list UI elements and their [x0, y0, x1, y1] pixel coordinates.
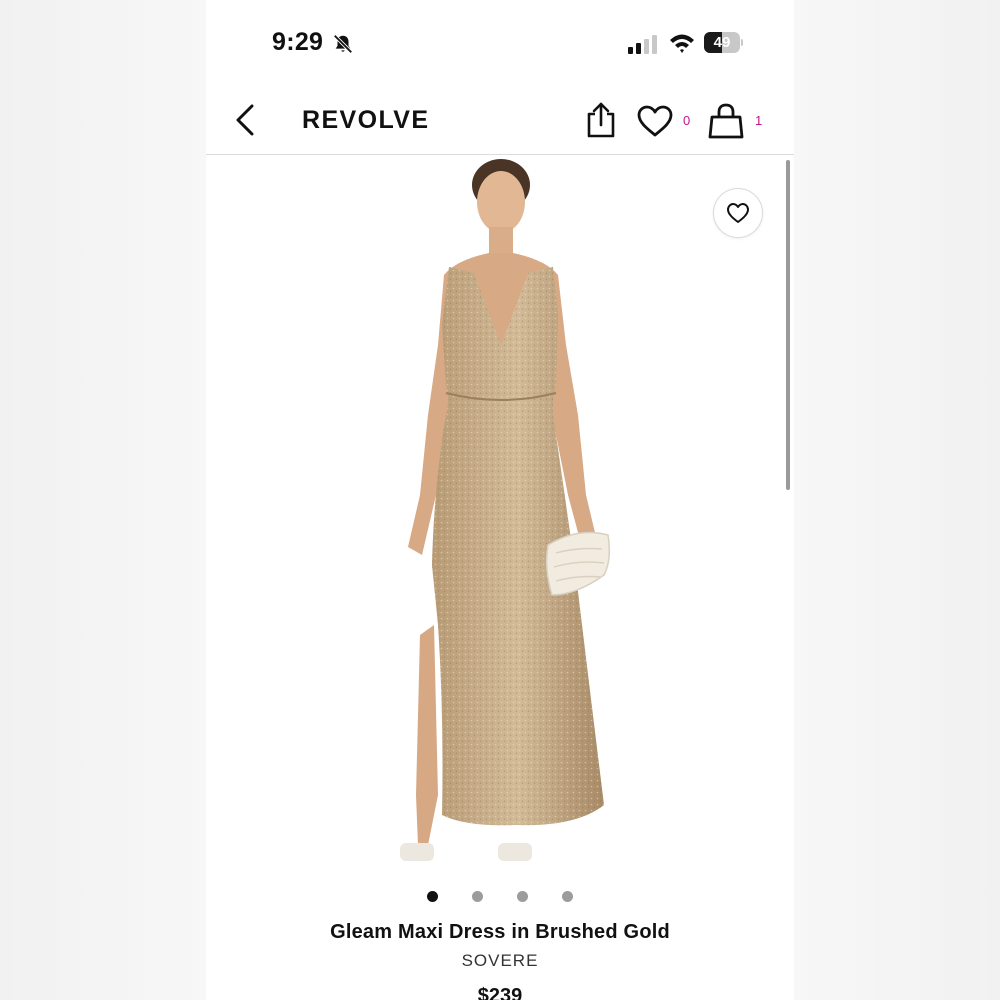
share-icon[interactable]	[584, 101, 618, 139]
bag-count: 1	[755, 113, 763, 128]
carousel-dot-2[interactable]	[472, 891, 483, 902]
brand-logo[interactable]: REVOLVE	[302, 106, 429, 135]
backdrop-right	[794, 0, 1000, 1000]
heart-icon[interactable]	[636, 104, 674, 138]
battery-body: 49	[704, 32, 740, 53]
backdrop-left	[0, 0, 206, 1000]
product-price: $239	[477, 985, 523, 1000]
product-image[interactable]	[206, 155, 794, 875]
wifi-icon	[670, 34, 694, 53]
favorite-button[interactable]	[713, 188, 763, 238]
battery-tip	[741, 39, 743, 46]
battery-indicator: 49	[704, 32, 743, 53]
bell-slash-icon	[333, 34, 353, 54]
wishlist-count: 0	[683, 113, 691, 128]
product-brand[interactable]: SOVERE	[206, 951, 794, 971]
chevron-left-icon[interactable]	[232, 103, 258, 137]
status-bar: 9:29 49	[206, 0, 794, 80]
signal-icon	[628, 35, 657, 54]
carousel-dot-4[interactable]	[562, 891, 573, 902]
heart-outline-icon	[727, 203, 749, 223]
image-carousel-dots	[206, 891, 794, 905]
nav-bar: REVOLVE 0 1	[206, 86, 794, 155]
carousel-dot-1[interactable]	[427, 891, 438, 902]
status-time: 9:29	[272, 28, 324, 56]
scrollbar[interactable]	[786, 160, 790, 490]
phone-screen: 9:29 49 REVOLVE 0 1 Gleam Maxi Dress in …	[206, 0, 794, 1000]
battery-level: 49	[713, 34, 731, 51]
product-name: Gleam Maxi Dress in Brushed Gold	[330, 921, 670, 943]
shopping-bag-icon[interactable]	[708, 102, 744, 140]
product-photo	[400, 159, 611, 861]
carousel-dot-3[interactable]	[517, 891, 528, 902]
